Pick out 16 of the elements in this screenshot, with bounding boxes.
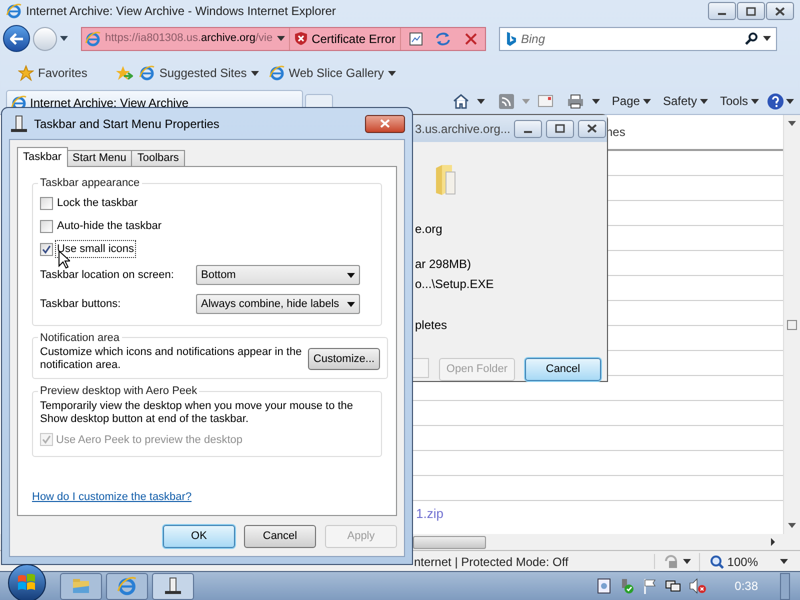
- download-path: o...\Setup.EXE: [415, 276, 495, 293]
- url-text: https://ia801308.us.archive.org/vie: [105, 31, 273, 46]
- group-title: Taskbar appearance: [39, 176, 141, 191]
- status-text: nternet | Protected Mode: Off: [414, 554, 568, 570]
- download-size: ar 298MB): [415, 256, 472, 273]
- description-text: Temporarily view the desktop when you move your mouse to the Show desktop button at end of the taskbar.: [40, 400, 354, 426]
- window-title: Internet Archive: View Archive - Windows Internet Explorer: [26, 3, 336, 20]
- window-title: 3.us.archive.org...: [415, 120, 510, 138]
- group-title: Notification area: [39, 330, 120, 346]
- window-title: Taskbar and Start Menu Properties: [34, 116, 220, 132]
- download-source: e.org: [415, 221, 444, 238]
- field-label: Taskbar location on screen:: [40, 268, 175, 283]
- download-option: pletes: [415, 316, 607, 334]
- field-label: Taskbar buttons:: [40, 296, 122, 312]
- group-title: Preview desktop with Aero Peek: [39, 384, 198, 399]
- description-text: Customize which icons and notifications appear in the notification area.: [40, 346, 302, 372]
